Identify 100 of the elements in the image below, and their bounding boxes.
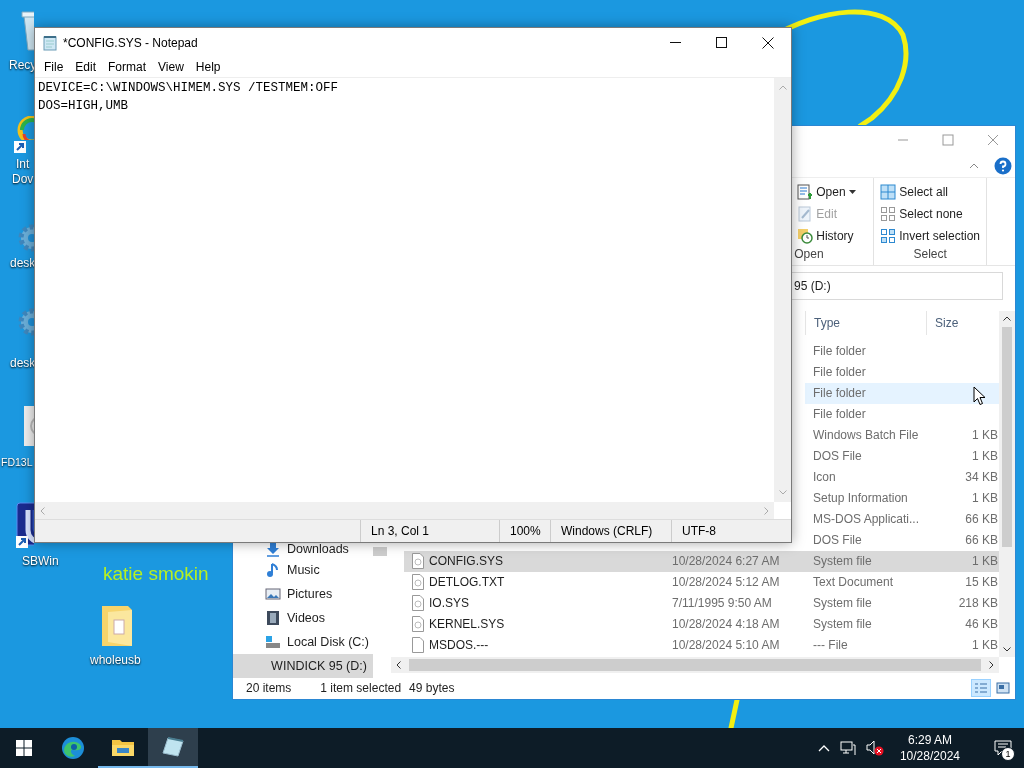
menu-item[interactable]: Edit bbox=[69, 60, 103, 74]
horizontal-scrollbar[interactable] bbox=[391, 656, 999, 673]
size-cell-text: 218 KB bbox=[957, 596, 999, 611]
details-view-icon bbox=[974, 682, 988, 695]
file-row[interactable]: Icon 34 KB bbox=[805, 466, 999, 488]
window-title: *CONFIG.SYS - Notepad bbox=[63, 35, 198, 50]
nav-item[interactable]: Local Disk (C:) bbox=[233, 629, 373, 654]
start-icon[interactable] bbox=[16, 740, 32, 756]
file-name: MSDOS.--- bbox=[429, 638, 489, 653]
ribbon-button[interactable]: History bbox=[797, 225, 868, 248]
document-icon bbox=[412, 553, 424, 570]
nav-item[interactable]: Downloads bbox=[233, 539, 373, 558]
file-row[interactable]: IO.SYS 7/11/1995 9:50 AM System file 218 KB bbox=[404, 592, 999, 614]
ribbon-button[interactable]: Invert selection bbox=[880, 225, 980, 248]
picture-icon bbox=[265, 585, 281, 602]
ribbon-button[interactable]: Select none bbox=[880, 203, 980, 226]
size-cell-text: 46 KB bbox=[964, 617, 999, 632]
file-row[interactable]: File folder bbox=[805, 340, 999, 362]
nav-item[interactable]: Videos bbox=[233, 605, 373, 630]
column-header[interactable]: Type bbox=[805, 310, 926, 335]
disk-image-icon[interactable] bbox=[22, 406, 34, 446]
clock[interactable]: 6:29 AM 10/28/2024 bbox=[893, 732, 966, 764]
file-name: CONFIG.SYS bbox=[429, 554, 503, 569]
size-cell-text: 15 KB bbox=[964, 575, 999, 590]
recycle-bin-icon[interactable] bbox=[18, 8, 34, 52]
ribbon-group-label: Open bbox=[793, 247, 825, 264]
document-icon bbox=[412, 595, 424, 612]
file-row[interactable]: DOS File 66 KB bbox=[805, 529, 999, 551]
nav-item[interactable]: Pictures bbox=[233, 581, 373, 606]
type-cell-text: File folder bbox=[812, 344, 867, 359]
document-icon bbox=[412, 574, 424, 591]
address-field[interactable]: 95 (D:) bbox=[789, 272, 1003, 301]
type-cell-text: Windows Batch File bbox=[812, 428, 920, 443]
type-cell-text: File folder bbox=[812, 386, 867, 401]
menu-item[interactable]: Format bbox=[102, 60, 153, 74]
file-row[interactable]: CONFIG.SYS 10/28/2024 6:27 AM System file 1 KB bbox=[404, 550, 999, 572]
nav-item[interactable]: WINDICK 95 (D:) bbox=[233, 653, 373, 678]
text-editor[interactable]: DEVICE=C:\WINDOWS\HIMEM.SYS /TESTMEM:OFF DOS=HIGH,UMB bbox=[35, 78, 774, 502]
taskbar-button[interactable] bbox=[148, 728, 198, 768]
scroll-left-icon[interactable] bbox=[396, 660, 401, 669]
vertical-scrollbar[interactable] bbox=[999, 310, 1015, 657]
file-row[interactable]: DETLOG.TXT 10/28/2024 5:12 AM Text Document 15 KB bbox=[404, 571, 999, 593]
speaker-icon[interactable] bbox=[865, 740, 884, 756]
date-cell-text: 10/28/2024 6:27 AM bbox=[671, 554, 781, 569]
ribbon-button[interactable]: Select all bbox=[880, 181, 980, 204]
desktop-note: katie smokin bbox=[103, 563, 209, 585]
size-cell-text: 66 KB bbox=[964, 533, 999, 548]
document-icon bbox=[797, 206, 814, 223]
file-row[interactable]: File folder bbox=[805, 361, 999, 383]
mouse-pointer-icon bbox=[973, 386, 986, 406]
file-row[interactable]: Windows Batch File 1 KB bbox=[805, 424, 999, 446]
file-name: KERNEL.SYS bbox=[429, 617, 505, 632]
file-row[interactable]: MS-DOS Applicati... 66 KB bbox=[805, 508, 999, 530]
type-cell-text: System file bbox=[812, 596, 873, 611]
status-text: 100% bbox=[499, 520, 550, 542]
size-cell-text: 34 KB bbox=[964, 470, 999, 485]
notepad-icon bbox=[42, 34, 58, 51]
type-cell-text: System file bbox=[812, 617, 873, 632]
drive-icon bbox=[265, 633, 281, 650]
menu-item[interactable]: Help bbox=[189, 60, 227, 74]
menu-item[interactable]: File bbox=[38, 60, 70, 74]
file-row[interactable]: DOS File 1 KB bbox=[805, 445, 999, 467]
type-cell-text: File folder bbox=[812, 407, 867, 422]
menu-item[interactable]: View bbox=[152, 60, 190, 74]
file-row[interactable]: Setup Information 1 KB bbox=[805, 487, 999, 509]
network-icon[interactable] bbox=[839, 740, 856, 756]
help-icon[interactable] bbox=[994, 156, 1012, 175]
maximize-icon[interactable] bbox=[716, 36, 727, 48]
film-icon bbox=[265, 609, 281, 626]
music-note-icon bbox=[265, 561, 281, 578]
date-cell-text: 7/11/1995 9:50 AM bbox=[671, 596, 773, 611]
close-icon[interactable] bbox=[762, 36, 774, 49]
file-row[interactable]: KERNEL.SYS 10/28/2024 4:18 AM System file 46 KB bbox=[404, 613, 999, 635]
status-text: Ln 3, Col 1 bbox=[360, 520, 499, 542]
notification-button[interactable]: 1 bbox=[982, 728, 1024, 768]
folder-icon bbox=[111, 737, 135, 757]
type-cell-text: DOS File bbox=[812, 533, 863, 548]
grid-icon bbox=[880, 184, 897, 201]
document-icon bbox=[412, 637, 424, 654]
nav-item[interactable]: Music bbox=[233, 557, 373, 582]
file-row[interactable]: MSDOS.--- 10/28/2024 5:10 AM --- File 1 KB bbox=[404, 634, 999, 656]
item-count: 20 items bbox=[246, 681, 292, 696]
document-icon bbox=[412, 616, 424, 633]
type-cell-text: Icon bbox=[812, 470, 837, 485]
file-row[interactable]: File folder bbox=[805, 382, 999, 404]
ribbon-button[interactable]: Open bbox=[797, 181, 868, 204]
scroll-up-icon[interactable] bbox=[1003, 315, 1011, 321]
notepad-icon bbox=[162, 736, 184, 758]
collapse-ribbon-icon[interactable] bbox=[969, 162, 979, 169]
chevron-up-icon[interactable] bbox=[817, 744, 830, 752]
scroll-right-icon[interactable] bbox=[989, 660, 994, 669]
details-view-button[interactable] bbox=[971, 679, 991, 698]
size-cell-text: 1 KB bbox=[971, 449, 999, 464]
scrollbar-thumb[interactable] bbox=[373, 546, 387, 556]
size-cell-text: 1 KB bbox=[971, 491, 999, 506]
browser-icon bbox=[61, 736, 85, 760]
file-row[interactable]: File folder bbox=[805, 403, 999, 425]
scroll-down-icon[interactable] bbox=[1003, 646, 1011, 652]
clock-date: 10/28/2024 bbox=[899, 748, 960, 764]
selection-size: 49 bytes bbox=[409, 681, 455, 696]
